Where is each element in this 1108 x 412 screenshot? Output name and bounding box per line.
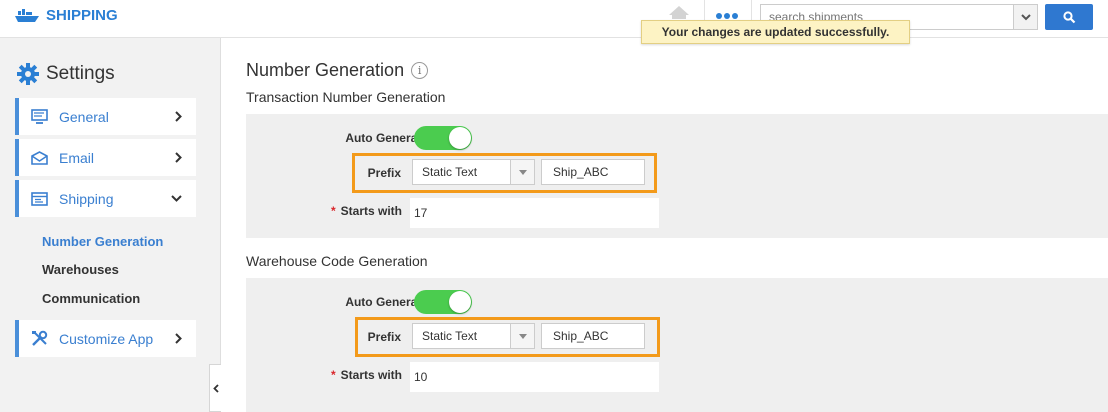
sidebar-item-label: Shipping <box>59 190 114 207</box>
sidebar-item-shipping[interactable]: Shipping <box>15 180 196 217</box>
caret-down-icon <box>510 160 534 184</box>
sidebar-item-general[interactable]: General <box>15 98 196 135</box>
sidebar: Settings General Email Shipping Number G… <box>0 38 221 412</box>
prefix-type-value: Static Text <box>422 165 478 179</box>
sidebar-item-label: Email <box>59 149 95 166</box>
caret-down-icon <box>510 324 534 348</box>
required-marker: * <box>330 368 336 382</box>
search-button[interactable] <box>1045 4 1093 30</box>
auto-generate-label: Auto Generate <box>345 131 428 145</box>
transaction-settings-panel: Auto Generate Prefix Static Text Ship_AB… <box>246 114 1108 238</box>
search-icon <box>1062 10 1075 23</box>
brand-label: SHIPPING <box>46 7 118 24</box>
starts-with-label: * Starts with <box>294 204 402 218</box>
settings-title: Settings <box>46 63 115 84</box>
main-content: Number Generation i Transaction Number G… <box>222 38 1108 412</box>
success-toast: Your changes are updated successfully. <box>641 20 910 44</box>
starts-with-input[interactable]: 17 <box>410 198 659 228</box>
warehouse-settings-panel: Auto Generate Prefix Static Text Ship_AB… <box>246 278 1108 412</box>
monitor-icon <box>31 109 51 125</box>
starts-with-text: Starts with <box>340 204 402 218</box>
sidebar-item-email[interactable]: Email <box>15 139 196 176</box>
settings-heading: Settings <box>16 62 115 86</box>
chevron-down-icon <box>171 195 182 202</box>
search-filter-dropdown[interactable] <box>1013 5 1037 29</box>
tools-icon <box>31 330 51 347</box>
prefix-type-select[interactable]: Static Text <box>412 159 535 185</box>
required-marker: * <box>330 204 336 218</box>
prefix-label: Prefix <box>367 166 401 180</box>
prefix-text-input[interactable]: Ship_ABC <box>541 323 645 349</box>
section-title-transaction: Transaction Number Generation <box>246 89 446 105</box>
auto-generate-toggle[interactable] <box>414 126 472 150</box>
starts-with-label: * Starts with <box>294 368 402 382</box>
chevron-left-icon <box>212 383 219 393</box>
starts-with-text: Starts with <box>340 368 402 382</box>
sidebar-subitem-communication[interactable]: Communication <box>42 291 140 306</box>
brand[interactable]: SHIPPING <box>14 7 118 24</box>
sidebar-item-customize-app[interactable]: Customize App <box>15 320 196 357</box>
sidebar-subitem-warehouses[interactable]: Warehouses <box>42 262 119 277</box>
auto-generate-toggle[interactable] <box>414 290 472 314</box>
collapse-sidebar-button[interactable] <box>209 364 221 412</box>
more-apps-icon[interactable] <box>716 13 738 19</box>
chevron-right-icon <box>175 333 182 344</box>
info-icon[interactable]: i <box>411 62 429 79</box>
page-title: Number Generation i <box>246 60 429 81</box>
gear-icon <box>17 63 39 85</box>
chevron-down-icon <box>1020 13 1031 20</box>
top-bar: SHIPPING <box>0 0 1108 38</box>
sidebar-item-label: General <box>59 108 109 125</box>
home-icon[interactable] <box>668 5 690 19</box>
starts-with-input[interactable]: 10 <box>410 362 659 392</box>
chevron-right-icon <box>175 111 182 122</box>
prefix-label: Prefix <box>367 330 401 344</box>
prefix-text-input[interactable]: Ship_ABC <box>541 159 645 185</box>
page-title-text: Number Generation <box>246 60 405 80</box>
chevron-right-icon <box>175 152 182 163</box>
prefix-type-value: Static Text <box>422 329 478 343</box>
prefix-type-select[interactable]: Static Text <box>412 323 535 349</box>
envelope-icon <box>31 150 51 166</box>
list-icon <box>31 191 51 207</box>
auto-generate-label: Auto Generate <box>345 295 428 309</box>
section-title-warehouse: Warehouse Code Generation <box>246 253 428 269</box>
sidebar-item-label: Customize App <box>59 330 154 347</box>
sidebar-subitem-number-generation[interactable]: Number Generation <box>42 234 163 249</box>
ship-icon <box>15 8 39 22</box>
